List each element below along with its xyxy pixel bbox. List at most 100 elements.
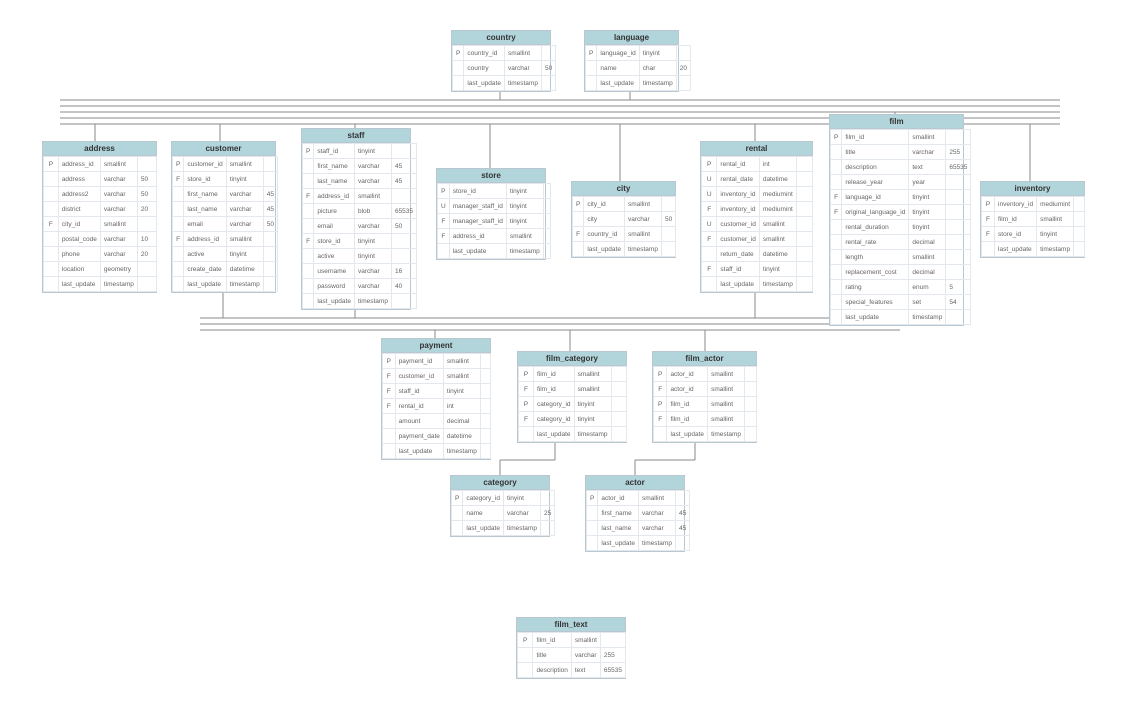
cell: smallint [443,369,480,384]
cell: 50 [137,187,156,202]
cell: film_id [667,412,708,427]
cell [518,648,533,663]
cell: varchar [226,187,263,202]
table-row: Urental_datedatetime [702,172,813,187]
table-row: Pcountry_idsmallint [453,46,556,61]
table-row: last_updatetimestamp [453,76,556,91]
table-row: activetinyint [173,247,278,262]
cell: address [58,172,100,187]
table-row: cityvarchar50 [573,212,676,227]
cell: country [464,61,505,76]
cell: last_update [995,242,1037,257]
table-row: rental_ratedecimal [831,235,971,250]
cell: tinyint [909,220,946,235]
cell: datetime [759,247,796,262]
cell: inventory_id [717,187,759,202]
cell: description [533,663,571,678]
cell: smallint [708,382,745,397]
cell: last_update [533,427,574,442]
table-row: last_updatetimestamp [438,244,551,259]
cell: category_id [533,412,574,427]
cell: phone [58,247,100,262]
cell: F [702,202,717,217]
cell [303,174,314,189]
table-row: rental_durationtinyint [831,220,971,235]
cell: 50 [541,61,555,76]
cell [831,175,842,190]
cell: location [58,262,100,277]
cell: staff_id [717,262,759,277]
cell [831,250,842,265]
cell: F [831,190,842,205]
cell: customer_id [184,157,226,172]
cell: timestamp [574,427,611,442]
cell: varchar [100,232,137,247]
table-row: Fcategory_idtinyint [519,412,627,427]
cell [480,369,490,384]
cell [661,197,675,212]
cell: mediumint [1037,197,1074,212]
table-row: Pcustomer_idsmallint [173,157,278,172]
table-row: Fstaff_idtinyint [702,262,813,277]
cell: rental_date [717,172,759,187]
erd-table-actor: actorPactor_idsmallintfirst_namevarchar4… [585,475,685,552]
cell [137,262,156,277]
table-row: special_featuresset54 [831,295,971,310]
cell [1074,242,1085,257]
cell: set [909,295,946,310]
table-row: Fstore_idtinyint [303,234,417,249]
table-row: Pcity_idsmallint [573,197,676,212]
cell: staff_id [314,144,355,159]
cell: tinyint [574,412,611,427]
erd-table-film: filmPfilm_idsmallinttitlevarchar255descr… [829,114,964,326]
cell: last_update [449,244,506,259]
cell [44,187,59,202]
cell: address_id [184,232,226,247]
cell [796,277,812,292]
table-row: last_updatetimestamp [303,294,417,309]
table-row: release_yearyear [831,175,971,190]
cell: district [58,202,100,217]
cell: store_id [314,234,355,249]
cell: length [842,250,909,265]
cell [946,310,971,325]
cell [946,205,971,220]
cell: timestamp [638,536,675,551]
table-row: Pstore_idtinyint [438,184,551,199]
table-row: Ffilm_idsmallint [982,212,1085,227]
table-row: Ucustomer_idsmallint [702,217,813,232]
table-header: customer [172,142,275,156]
table-row: Faddress_idsmallint [173,232,278,247]
table-row: Fcity_idsmallint [44,217,157,232]
cell: timestamp [1037,242,1074,257]
table-row: Fstore_idtinyint [982,227,1085,242]
cell [946,190,971,205]
cell: address_id [449,229,506,244]
cell: category_id [533,397,574,412]
cell [540,491,554,506]
cell: text [909,160,946,175]
table-row: lengthsmallint [831,250,971,265]
cell: decimal [909,265,946,280]
cell: last_update [667,427,708,442]
cell: P [573,197,584,212]
cell: timestamp [624,242,661,257]
table-row: last_updatetimestamp [383,444,491,459]
cell: F [303,234,314,249]
cell [661,242,675,257]
cell [745,367,757,382]
cell [543,184,550,199]
cell [831,145,842,160]
cell: actor_id [667,367,708,382]
table-row: Pcategory_idtinyint [519,397,627,412]
cell: text [571,663,600,678]
cell [831,280,842,295]
cell [173,247,184,262]
cell: varchar [354,219,391,234]
cell [480,414,490,429]
cell [946,250,971,265]
cell: customer_id [717,217,759,232]
table-row: return_datedatetime [702,247,813,262]
cell [831,235,842,250]
table-row: descriptiontext65535 [831,160,971,175]
